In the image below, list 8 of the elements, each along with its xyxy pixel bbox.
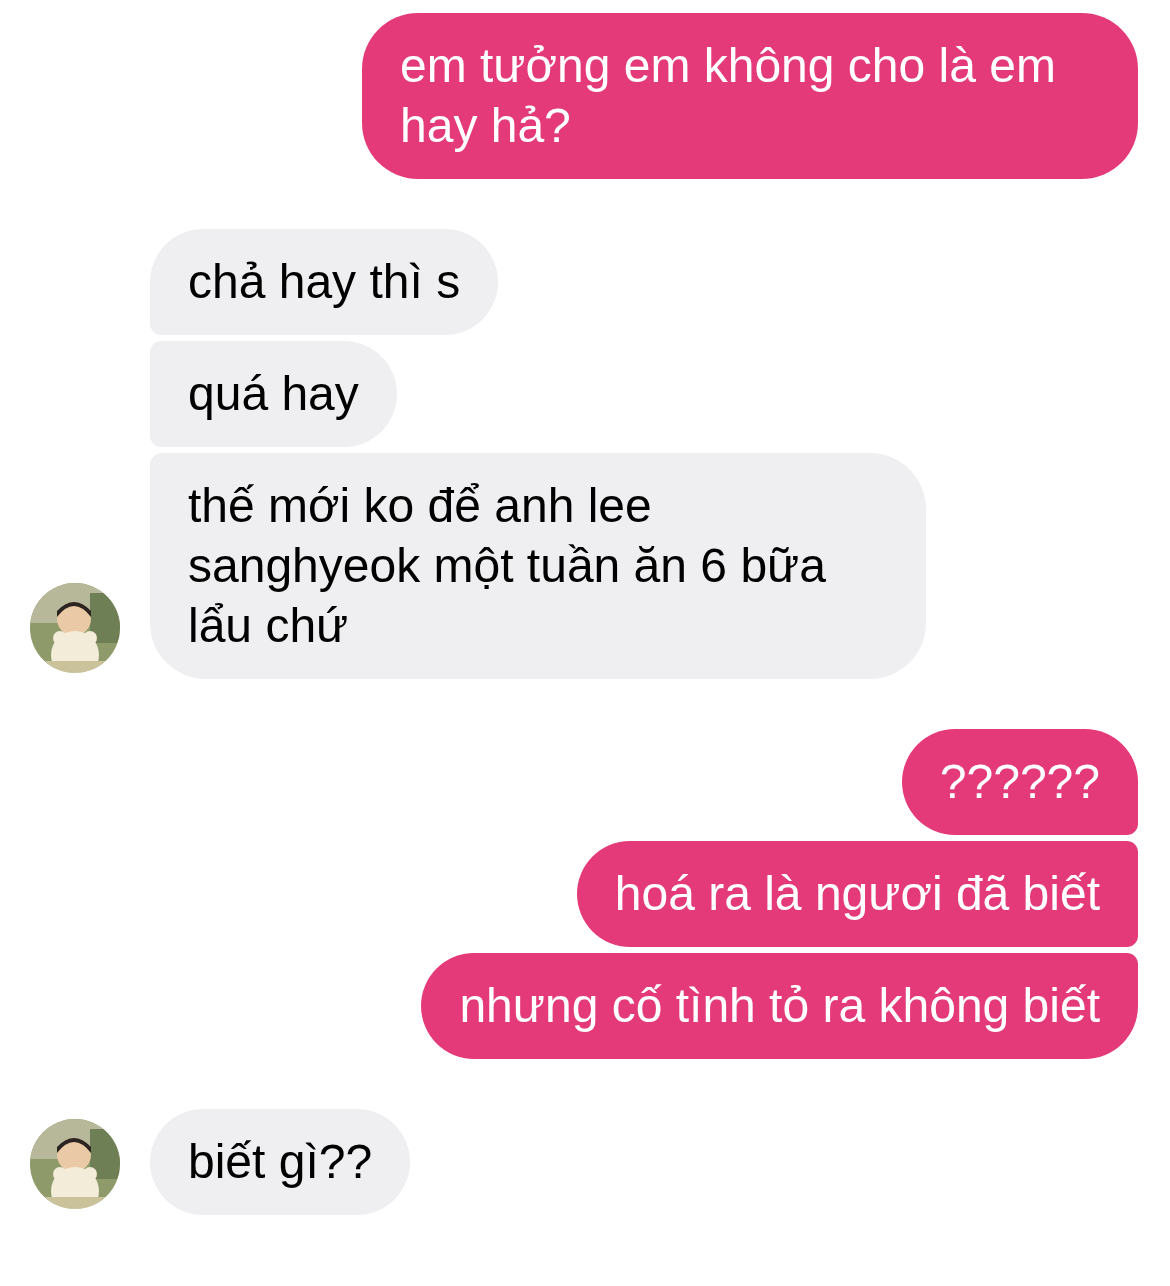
message-bubble: chả hay thì s: [150, 229, 499, 335]
message-bubble: quá hay: [150, 341, 397, 447]
message-bubble: hoá ra là ngươi đã biết: [576, 841, 1138, 947]
message-bubble: biết gì??: [150, 1109, 411, 1215]
message-bubble: thế mới ko để anh lee sanghyeok một tuần ăn 6 bữa lẩu chứ: [150, 453, 926, 679]
message-bubble: nhưng cố tình tỏ ra không biết: [421, 953, 1138, 1059]
message-bubble: ??????: [901, 729, 1138, 835]
message-bubble: em tưởng em không cho là em hay hả?: [362, 13, 1138, 179]
